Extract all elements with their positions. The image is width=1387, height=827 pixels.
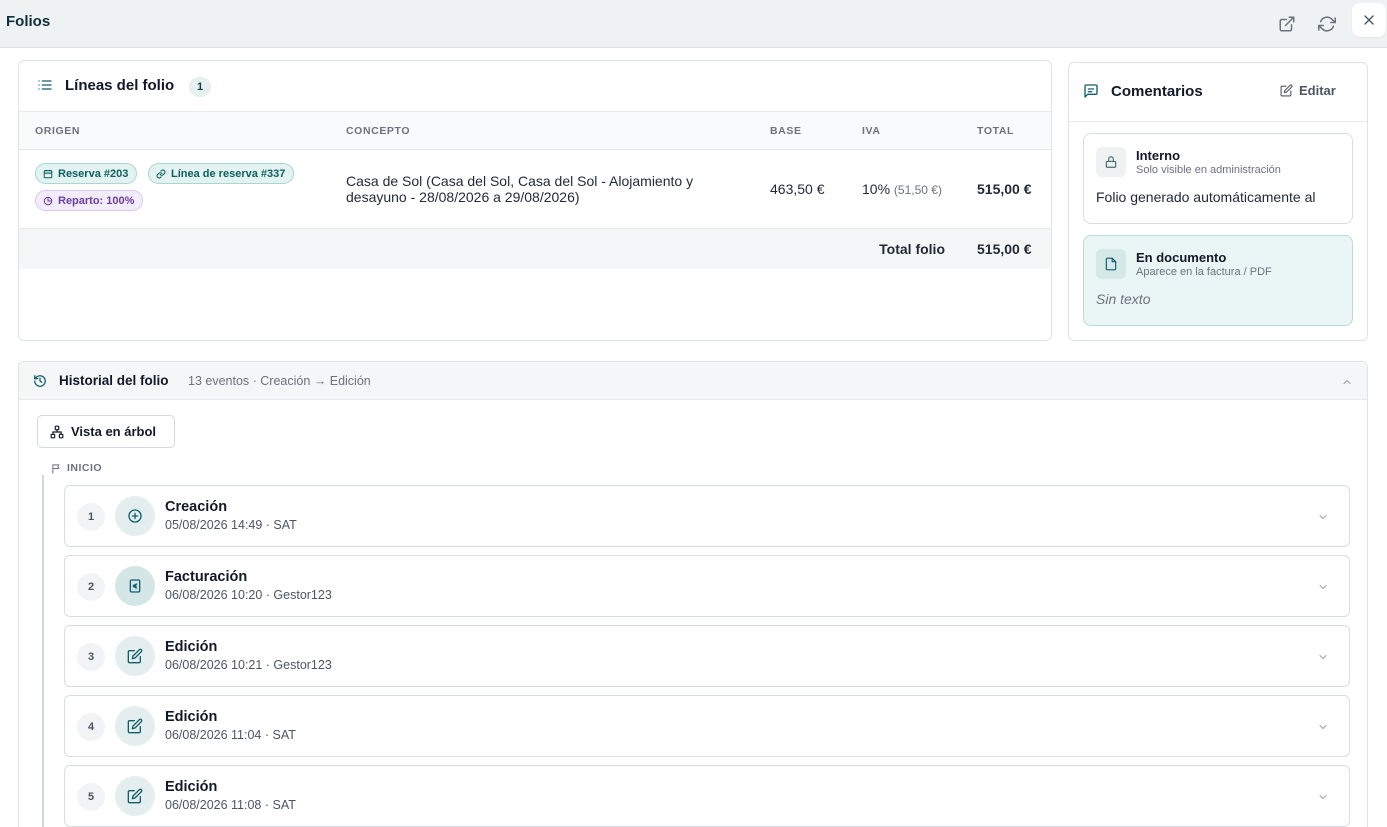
history-icon <box>33 374 47 393</box>
column-header-total: TOTAL <box>977 125 1015 137</box>
comments-title: Comentarios <box>1111 83 1203 100</box>
column-header-concept: CONCEPTO <box>346 125 411 137</box>
pie-icon <box>43 196 53 205</box>
chevron-down-icon[interactable] <box>1317 580 1329 598</box>
chevron-up-icon[interactable] <box>1341 375 1353 393</box>
reservation-line-chip-label: Línea de reserva #337 <box>171 167 286 180</box>
internal-note-text: Folio generado automáticamente al <box>1096 189 1316 205</box>
table-footer: Total folio 515,00 € <box>19 229 1051 269</box>
line-iva: 10% (51,50 €) <box>862 181 942 197</box>
lines-count-badge: 1 <box>189 77 211 97</box>
chevron-down-icon[interactable] <box>1317 650 1329 668</box>
close-button[interactable] <box>1352 3 1386 37</box>
column-header-origin: ORIGEN <box>35 125 81 137</box>
event-number: 1 <box>77 503 105 531</box>
chevron-down-icon[interactable] <box>1317 510 1329 528</box>
edit-comments-button[interactable]: Editar <box>1280 83 1336 98</box>
tree-view-button[interactable]: Vista en árbol <box>37 415 175 448</box>
reservation-chip-label: Reserva #203 <box>58 167 129 180</box>
close-icon <box>1364 15 1374 25</box>
history-header[interactable]: Historial del folio 13 eventos · Creació… <box>19 362 1367 400</box>
event-number: 3 <box>77 643 105 671</box>
top-bar: Folios <box>0 0 1387 48</box>
plus-circle-icon <box>115 496 155 536</box>
comments-card: Comentarios Editar Interno Solo visible … <box>1068 62 1368 341</box>
reservation-line-chip[interactable]: Línea de reserva #337 <box>148 163 295 184</box>
line-base: 463,50 € <box>770 181 825 197</box>
line-iva-rate: 10% <box>862 181 891 197</box>
folio-history-card: Historial del folio 13 eventos · Creació… <box>18 361 1368 827</box>
line-concept: Casa de Sol (Casa del Sol, Casa del Sol … <box>346 173 694 205</box>
document-note-subtitle: Aparece en la factura / PDF <box>1136 266 1272 278</box>
history-event[interactable]: 1 Creación 05/08/2026 14:49 · SAT <box>64 485 1350 547</box>
folio-lines-card: Líneas del folio 1 ORIGEN CONCEPTO BASE … <box>18 60 1052 341</box>
flag-icon <box>51 461 62 479</box>
folio-total-label: Total folio <box>879 241 945 257</box>
event-meta: 06/08/2026 11:04 · SAT <box>165 728 296 742</box>
history-event[interactable]: 4 Edición 06/08/2026 11:04 · SAT <box>64 695 1350 757</box>
document-note-title: En documento <box>1136 250 1227 265</box>
history-meta: 13 eventos · Creación → Edición <box>188 374 371 388</box>
column-header-iva: IVA <box>862 125 881 137</box>
event-title: Edición <box>165 639 218 655</box>
edit-icon <box>115 636 155 676</box>
link-icon <box>156 169 166 178</box>
table-row: Reserva #203 Línea de reserva #337 Repar… <box>19 150 1051 229</box>
invoice-euro-icon <box>115 566 155 606</box>
tree-view-label: Vista en árbol <box>71 424 157 439</box>
history-event[interactable]: 5 Edición 06/08/2026 11:08 · SAT <box>64 765 1350 827</box>
list-icon <box>37 77 53 98</box>
event-meta: 05/08/2026 14:49 · SAT <box>165 518 297 532</box>
split-chip: Reparto: 100% <box>35 190 144 211</box>
divider <box>1069 121 1367 122</box>
folio-lines-title: Líneas del folio <box>65 77 175 94</box>
tree-connector <box>42 475 44 827</box>
event-meta: 06/08/2026 10:20 · Gestor123 <box>165 588 332 602</box>
text-fade <box>1084 207 1352 223</box>
internal-note: Interno Solo visible en administración F… <box>1083 133 1353 224</box>
line-total: 515,00 € <box>977 181 1032 197</box>
reservation-chip[interactable]: Reserva #203 <box>35 163 138 184</box>
tree-start-label: INICIO <box>67 462 103 474</box>
internal-note-title: Interno <box>1136 148 1181 163</box>
column-header-base: BASE <box>770 125 802 137</box>
calendar-icon <box>43 169 53 178</box>
event-title: Creación <box>165 499 228 515</box>
edit-icon <box>115 776 155 816</box>
refresh-icon[interactable] <box>1313 10 1341 38</box>
table-header: ORIGEN CONCEPTO BASE IVA TOTAL <box>19 112 1051 150</box>
history-event[interactable]: 2 Facturación 06/08/2026 10:20 · Gestor1… <box>64 555 1350 617</box>
document-note: En documento Aparece en la factura / PDF… <box>1083 235 1353 326</box>
event-number: 4 <box>77 713 105 741</box>
edit-comments-label: Editar <box>1299 83 1336 98</box>
event-meta: 06/08/2026 11:08 · SAT <box>165 798 296 812</box>
document-note-text: Sin texto <box>1096 291 1151 307</box>
event-number: 2 <box>77 573 105 601</box>
line-iva-amount: (51,50 €) <box>893 183 942 197</box>
comment-icon <box>1083 83 1099 104</box>
folio-lines-header: Líneas del folio 1 <box>19 61 1051 112</box>
event-title: Edición <box>165 779 218 795</box>
history-event[interactable]: 3 Edición 06/08/2026 10:21 · Gestor123 <box>64 625 1350 687</box>
split-chip-label: Reparto: 100% <box>58 194 135 207</box>
event-number: 5 <box>77 783 105 811</box>
event-meta: 06/08/2026 10:21 · Gestor123 <box>165 658 332 672</box>
internal-note-subtitle: Solo visible en administración <box>1136 164 1281 176</box>
lock-icon <box>1096 147 1126 177</box>
document-icon <box>1096 249 1126 279</box>
history-title: Historial del folio <box>59 373 169 388</box>
edit-icon <box>115 706 155 746</box>
event-title: Edición <box>165 709 218 725</box>
event-title: Facturación <box>165 569 248 585</box>
edit-icon <box>1280 84 1293 97</box>
open-external-icon[interactable] <box>1273 10 1301 38</box>
page-title: Folios <box>6 13 51 30</box>
tree-icon <box>50 425 64 438</box>
chevron-down-icon[interactable] <box>1317 720 1329 738</box>
chevron-down-icon[interactable] <box>1317 790 1329 808</box>
folio-total-value: 515,00 € <box>977 241 1032 257</box>
